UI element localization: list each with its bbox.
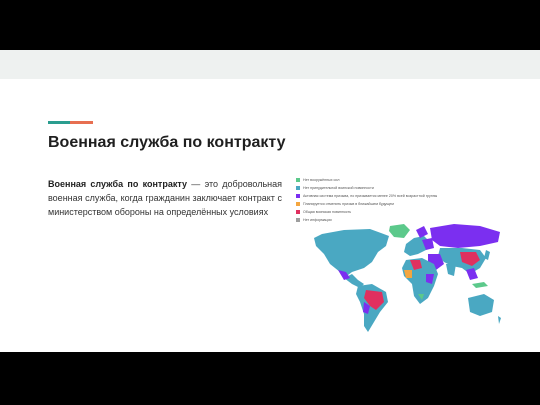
legend-swatch — [296, 186, 300, 190]
legend-label: Нет вооружённых сил — [303, 178, 340, 182]
legend-item-planned-abolition: Планируется отменить призыв в ближайшем … — [296, 200, 501, 208]
indonesia-region — [472, 282, 488, 288]
legend-item-no-conscription: Нет принудительной воинской повинности — [296, 184, 501, 192]
definition-paragraph: Военная служба по контракту — это добров… — [48, 177, 282, 219]
definition-term: Военная служба по контракту — [48, 179, 187, 189]
world-map-image — [314, 224, 501, 332]
india-region — [446, 264, 456, 276]
legend-label: Планируется отменить призыв в ближайшем … — [303, 202, 394, 206]
greenland-region — [389, 224, 410, 238]
legend-item-partial-conscription: Активная система призыва, но призывается… — [296, 192, 501, 200]
legend-label: Общая воинская повинность — [303, 210, 352, 214]
russia-region — [430, 224, 500, 248]
north-america-region — [314, 229, 389, 278]
slide-title: Военная служба по контракту — [48, 134, 286, 151]
header-band — [0, 50, 540, 79]
legend-swatch — [296, 202, 300, 206]
scandinavia-region — [416, 226, 428, 238]
legend-label: Нет принудительной воинской повинности — [303, 186, 374, 190]
new-zealand-region — [498, 316, 501, 324]
accent-bar-teal — [48, 121, 70, 124]
conscription-world-map: Нет вооружённых сил Нет принудительной в… — [294, 176, 504, 336]
accent-bar-orange — [70, 121, 93, 124]
legend-item-general-conscription: Общая воинская повинность — [296, 208, 501, 216]
slide: Военная служба по контракту Военная служ… — [0, 50, 540, 352]
legend-item-no-armed-forces: Нет вооружённых сил — [296, 176, 501, 184]
australia-region — [468, 294, 494, 316]
legend-swatch — [296, 178, 300, 182]
map-legend: Нет вооружённых сил Нет принудительной в… — [296, 176, 501, 224]
legend-swatch — [296, 210, 300, 214]
legend-label: Активная система призыва, но призывается… — [303, 194, 438, 198]
legend-swatch — [296, 194, 300, 198]
